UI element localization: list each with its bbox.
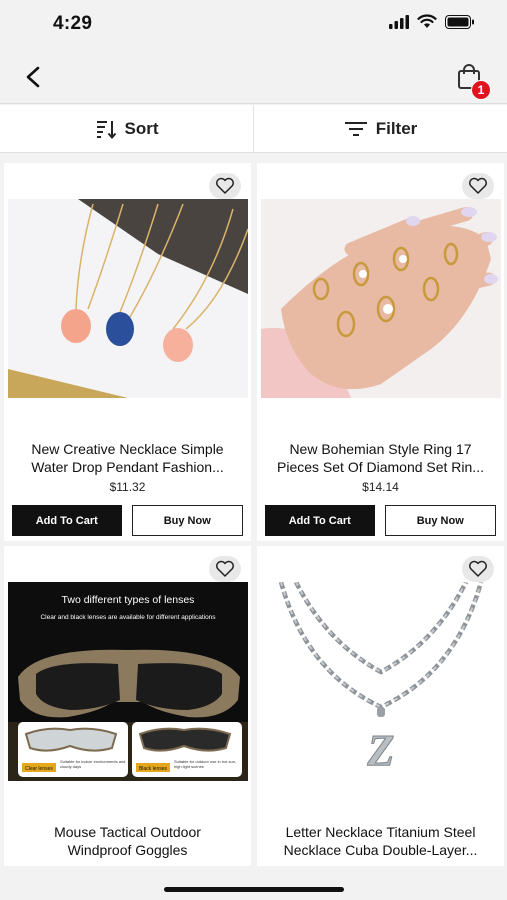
product-card[interactable]: Two different types of lenses Clear and … — [4, 546, 251, 876]
black-lens-tag: Black lenses — [139, 766, 168, 772]
chevron-left-icon — [26, 66, 40, 88]
product-card[interactable]: Z Letter Necklace Titanium Steel Necklac… — [257, 546, 504, 876]
product-image[interactable] — [8, 199, 248, 398]
product-price: $11.32 — [109, 480, 146, 494]
nav-bar: 1 — [0, 50, 507, 104]
product-title-line: Pieces Set Of Diamond Set Rin... — [277, 459, 484, 475]
product-card[interactable]: New Creative Necklace Simple Water Drop … — [4, 163, 251, 541]
product-title-line: New Bohemian Style Ring 17 — [289, 441, 472, 457]
product-image[interactable]: Two different types of lenses Clear and … — [8, 582, 248, 781]
card-actions: Add To Cart Buy Now — [265, 505, 496, 536]
status-time: 4:29 — [53, 13, 93, 34]
heart-icon — [469, 560, 487, 577]
product-title-line: Letter Necklace Titanium Steel — [285, 824, 476, 840]
favorite-button[interactable] — [462, 556, 494, 582]
product-title[interactable]: New Bohemian Style Ring 17 Pieces Set Of… — [263, 440, 498, 476]
filter-label: Filter — [375, 118, 418, 138]
heart-icon — [216, 177, 234, 194]
product-title[interactable]: New Creative Necklace Simple Water Drop … — [10, 440, 245, 476]
product-title[interactable]: Mouse Tactical Outdoor Windproof Goggles — [10, 823, 245, 859]
wifi-icon — [417, 14, 437, 28]
product-title-line: Windproof Goggles — [67, 842, 188, 858]
product-title[interactable]: Letter Necklace Titanium Steel Necklace … — [263, 823, 498, 859]
product-title-line: Water Drop Pendant Fashion... — [31, 459, 224, 475]
image-heading: Two different types of lenses — [62, 594, 195, 606]
status-icons — [389, 14, 475, 29]
home-indicator-area — [0, 866, 507, 900]
favorite-button[interactable] — [462, 173, 494, 199]
add-to-cart-button[interactable]: Add To Cart — [12, 505, 122, 536]
battery-icon — [445, 14, 474, 29]
image-subheading: Clear and black lenses are available for… — [40, 614, 216, 621]
black-lens-description: Suitable for outdoor use in hot sun, hig… — [174, 759, 237, 769]
product-image[interactable]: Z — [261, 582, 501, 781]
add-to-cart-button[interactable]: Add To Cart — [265, 505, 375, 536]
sort-label: Sort — [124, 118, 159, 138]
clear-lens-description: Suitable for indoor environments and clo… — [60, 759, 126, 769]
card-actions: Add To Cart Buy Now — [12, 505, 243, 536]
sort-icon — [96, 120, 116, 139]
cart-count-badge: 1 — [471, 80, 491, 100]
buy-now-button[interactable]: Buy Now — [131, 505, 243, 536]
shopping-bag-button[interactable]: 1 — [455, 62, 491, 100]
buy-now-button[interactable]: Buy Now — [384, 505, 496, 536]
sort-button[interactable]: Sort — [0, 105, 253, 152]
clear-lens-tag: Clear lenses — [25, 766, 53, 772]
letter-pendant: Z — [367, 726, 395, 775]
favorite-button[interactable] — [209, 173, 241, 199]
rings-on-hand-image — [261, 199, 501, 398]
sort-filter-toolbar: Sort Filter — [0, 105, 507, 153]
favorite-button[interactable] — [209, 556, 241, 582]
status-bar: 4:29 — [0, 0, 507, 50]
home-indicator[interactable] — [164, 887, 344, 892]
chain-necklace-image: Z — [261, 582, 501, 781]
product-title-line: Necklace Cuba Double-Layer... — [283, 842, 478, 858]
goggles-image: Two different types of lenses Clear and … — [8, 582, 248, 781]
filter-button[interactable]: Filter — [254, 105, 507, 152]
back-button[interactable] — [18, 62, 48, 92]
filter-icon — [344, 121, 367, 136]
product-card[interactable]: New Bohemian Style Ring 17 Pieces Set Of… — [257, 163, 504, 541]
heart-icon — [216, 560, 234, 577]
signal-icon — [389, 14, 409, 29]
necklace-pendants-image — [8, 199, 248, 398]
product-title-line: New Creative Necklace Simple — [31, 441, 224, 457]
product-title-line: Mouse Tactical Outdoor — [54, 824, 201, 840]
product-price: $14.14 — [362, 480, 399, 494]
heart-icon — [469, 177, 487, 194]
product-image[interactable] — [261, 199, 501, 398]
